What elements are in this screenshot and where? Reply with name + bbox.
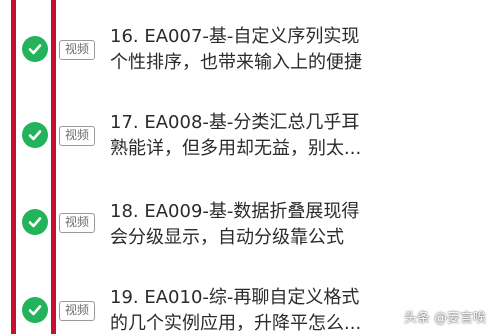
lesson-title-line-2: 个性排序，也带来输入上的便捷: [110, 52, 362, 73]
lesson-title-line-1: 16. EA007-基-自定义序列实现: [110, 26, 360, 47]
lesson-title-line-1: 17. EA008-基-分类汇总几乎耳: [110, 112, 360, 133]
lesson-item-17[interactable]: 视频 17. EA008-基-分类汇总几乎耳 熟能详，但多用却无益，别太...: [0, 100, 500, 170]
video-tag: 视频: [59, 126, 95, 146]
lesson-title-line-2: 熟能详，但多用却无益，别太...: [110, 138, 362, 159]
lesson-title[interactable]: 16. EA007-基-自定义序列实现 个性排序，也带来输入上的便捷: [110, 24, 490, 76]
video-tag: 视频: [59, 40, 95, 60]
watermark: 头条 @妄言唉: [403, 311, 486, 326]
lesson-title[interactable]: 18. EA009-基-数据折叠展现得 会分级显示，自动分级靠公式: [110, 199, 490, 251]
check-circle-icon: [22, 209, 48, 235]
lesson-title[interactable]: 17. EA008-基-分类汇总几乎耳 熟能详，但多用却无益，别太...: [110, 110, 490, 162]
check-circle-icon: [22, 297, 48, 323]
lesson-title-line-1: 18. EA009-基-数据折叠展现得: [110, 201, 360, 222]
video-tag: 视频: [59, 213, 95, 233]
check-circle-icon: [22, 122, 48, 148]
lesson-list-screen: 视频 16. EA007-基-自定义序列实现 个性排序，也带来输入上的便捷 视频…: [0, 0, 500, 334]
lesson-item-16[interactable]: 视频 16. EA007-基-自定义序列实现 个性排序，也带来输入上的便捷: [0, 14, 500, 84]
lesson-item-18[interactable]: 视频 18. EA009-基-数据折叠展现得 会分级显示，自动分级靠公式: [0, 189, 500, 259]
check-circle-icon: [22, 36, 48, 62]
lesson-title-line-2: 会分级显示，自动分级靠公式: [110, 227, 344, 248]
video-tag: 视频: [59, 301, 95, 321]
